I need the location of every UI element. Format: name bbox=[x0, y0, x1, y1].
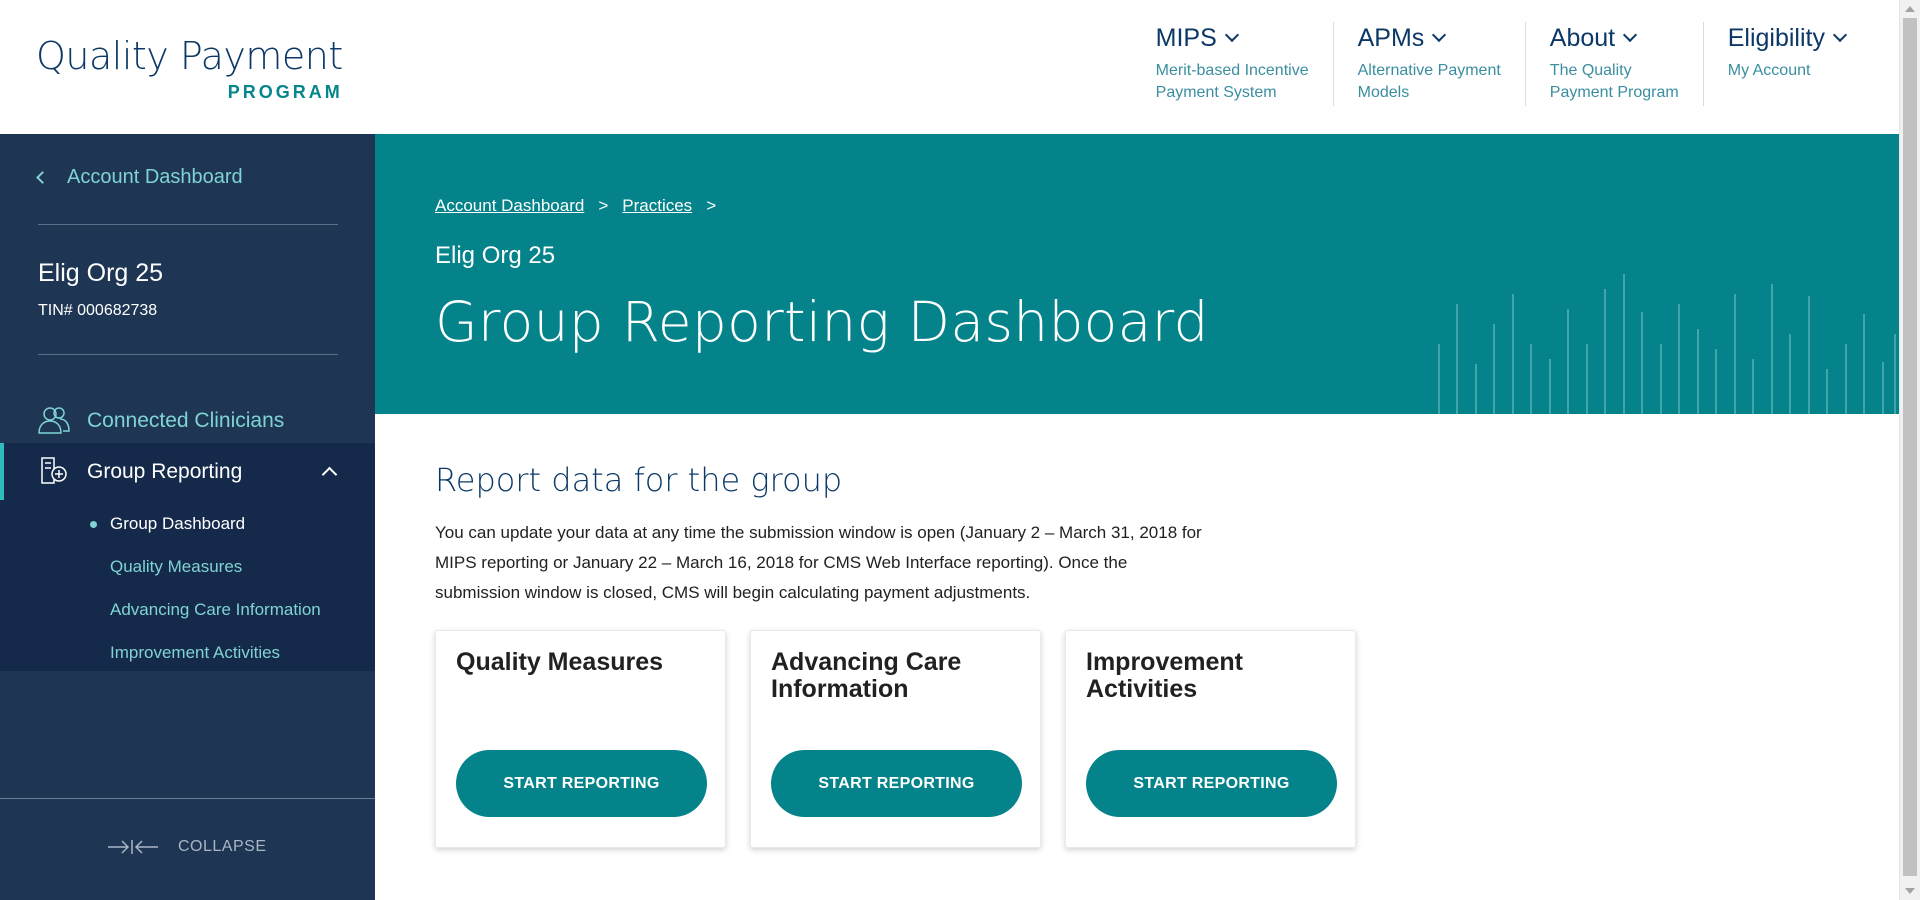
breadcrumb-separator: > bbox=[598, 196, 609, 215]
sidebar-divider bbox=[38, 354, 338, 355]
nav-mips[interactable]: MIPS Merit-based Incentive Payment Syste… bbox=[1132, 22, 1333, 106]
logo-subtext: PROGRAM bbox=[227, 82, 343, 102]
sidebar-tin: TIN# 000682738 bbox=[38, 302, 158, 319]
submenu-item-group-dashboard[interactable]: Group Dashboard bbox=[90, 514, 246, 534]
start-reporting-aci-button[interactable]: START REPORTING bbox=[771, 750, 1022, 817]
nav-apms[interactable]: APMs Alternative Payment Models bbox=[1332, 22, 1525, 106]
back-to-account-dashboard-link[interactable]: Account Dashboard bbox=[36, 166, 243, 189]
qpp-logo[interactable]: Quality Payment PROGRAM bbox=[36, 34, 343, 103]
nav-mips-title: MIPS bbox=[1155, 24, 1217, 52]
improvement-activities-card: Improvement Activities START REPORTING bbox=[1065, 630, 1356, 848]
collapse-arrows-icon bbox=[108, 840, 158, 854]
sidebar-item-label: Group Reporting bbox=[87, 459, 243, 483]
scroll-down-arrow-icon[interactable] bbox=[1905, 888, 1915, 894]
active-dot-icon bbox=[90, 521, 97, 528]
nav-about-title: About bbox=[1549, 24, 1616, 52]
submission-window-description: You can update your data at any time the… bbox=[435, 523, 1202, 602]
breadcrumb-practices[interactable]: Practices bbox=[622, 196, 692, 216]
logo-text: Quality Payment bbox=[36, 34, 343, 78]
quality-measures-card: Quality Measures START REPORTING bbox=[435, 630, 726, 848]
start-reporting-quality-button[interactable]: START REPORTING bbox=[456, 750, 707, 817]
sidebar-org-name: Elig Org 25 bbox=[38, 259, 164, 287]
chevron-down-icon bbox=[1224, 27, 1239, 43]
submenu-item-advancing-care-information[interactable]: Advancing Care Information bbox=[110, 600, 321, 620]
scrollbar-thumb[interactable] bbox=[1903, 18, 1917, 876]
sidebar-item-label: Connected Clinicians bbox=[87, 408, 285, 432]
nav-eligibility[interactable]: Eligibility My Account bbox=[1702, 22, 1869, 106]
collapse-sidebar-button[interactable]: COLLAPSE bbox=[108, 838, 266, 856]
start-reporting-ia-button[interactable]: START REPORTING bbox=[1086, 750, 1337, 817]
page-hero: Account Dashboard > Practices > Elig Org… bbox=[375, 134, 1899, 414]
nav-eligibility-title: Eligibility bbox=[1727, 24, 1825, 52]
card-title: Advancing Care Information bbox=[771, 648, 962, 703]
sidebar-item-connected-clinicians[interactable]: Connected Clinicians bbox=[0, 392, 375, 449]
chevron-down-icon bbox=[1623, 27, 1638, 43]
nav-apms-subtitle: Alternative Payment Models bbox=[1357, 62, 1501, 101]
advancing-care-information-card: Advancing Care Information START REPORTI… bbox=[750, 630, 1041, 848]
chevron-up-icon[interactable] bbox=[321, 466, 338, 483]
scroll-up-arrow-icon[interactable] bbox=[1905, 6, 1915, 12]
section-title: Report data for the group bbox=[435, 461, 843, 499]
clinicians-icon bbox=[38, 407, 70, 434]
nav-about-subtitle: The Quality Payment Program bbox=[1549, 62, 1679, 101]
submenu-item-quality-measures[interactable]: Quality Measures bbox=[110, 557, 242, 577]
group-reporting-icon bbox=[41, 457, 67, 484]
nav-eligibility-subtitle: My Account bbox=[1727, 62, 1811, 79]
card-title: Improvement Activities bbox=[1086, 648, 1243, 703]
sidebar-divider bbox=[38, 224, 338, 225]
chevron-left-icon bbox=[36, 171, 49, 184]
top-navigation: MIPS Merit-based Incentive Payment Syste… bbox=[1132, 22, 1869, 106]
submenu-item-improvement-activities[interactable]: Improvement Activities bbox=[110, 643, 280, 663]
sidebar-bottom-divider bbox=[0, 798, 375, 799]
card-title: Quality Measures bbox=[456, 648, 664, 676]
nav-mips-subtitle: Merit-based Incentive Payment System bbox=[1155, 62, 1309, 101]
breadcrumb-account-dashboard[interactable]: Account Dashboard bbox=[435, 196, 584, 216]
page-scrollbar[interactable] bbox=[1899, 0, 1920, 900]
breadcrumb: Account Dashboard > Practices > bbox=[435, 196, 716, 216]
group-reporting-submenu: Group Dashboard Quality Measures Advanci… bbox=[0, 500, 375, 671]
collapse-label: COLLAPSE bbox=[178, 838, 267, 855]
chevron-down-icon bbox=[1832, 27, 1848, 43]
back-link-label: Account Dashboard bbox=[67, 166, 243, 188]
hero-org-name: Elig Org 25 bbox=[435, 242, 556, 269]
page-title: Group Reporting Dashboard bbox=[435, 290, 1209, 354]
site-header: Quality Payment PROGRAM MIPS Merit-based… bbox=[0, 0, 1899, 134]
sidebar: Account Dashboard Elig Org 25 TIN# 00068… bbox=[0, 134, 375, 900]
breadcrumb-separator: > bbox=[706, 196, 717, 215]
nav-apms-title: APMs bbox=[1357, 24, 1425, 52]
sidebar-item-group-reporting[interactable]: Group Reporting bbox=[0, 443, 375, 500]
chevron-down-icon bbox=[1432, 27, 1447, 43]
decorative-bars-graphic bbox=[1438, 274, 1896, 414]
nav-about[interactable]: About The Quality Payment Program bbox=[1524, 22, 1703, 106]
submenu-item-label: Group Dashboard bbox=[110, 514, 246, 533]
